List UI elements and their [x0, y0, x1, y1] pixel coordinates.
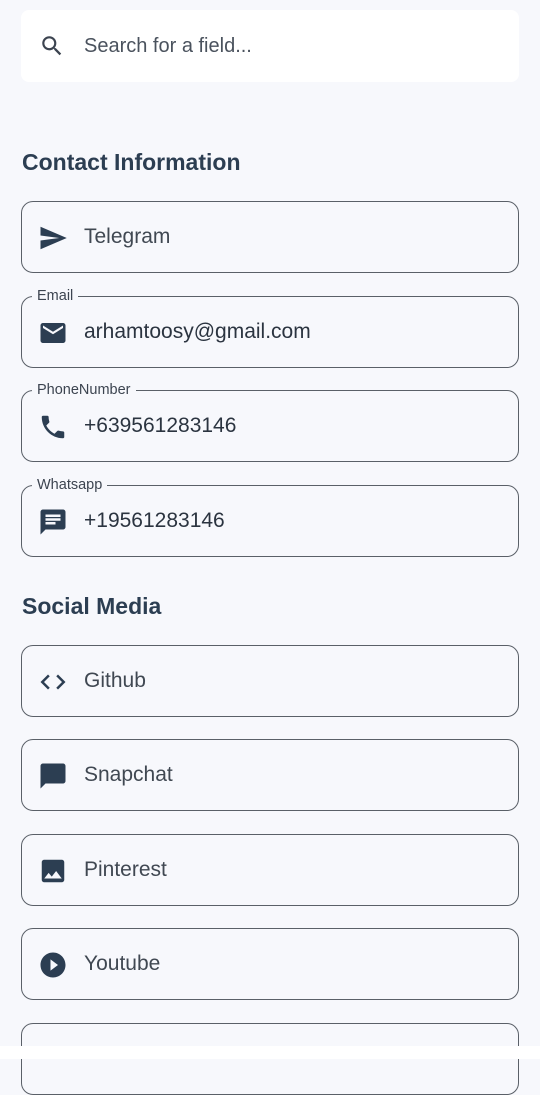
field-phone[interactable]: PhoneNumber +639561283146 [21, 382, 519, 462]
bottom-edge [0, 1046, 540, 1059]
code-icon [40, 674, 66, 690]
field-label: Telegram [84, 225, 171, 248]
field-label: Github [84, 669, 146, 692]
message-icon [40, 763, 66, 789]
field-github[interactable]: Github [21, 645, 519, 717]
send-icon [40, 226, 67, 250]
field-whatsapp[interactable]: Whatsapp +19561283146 [21, 477, 519, 557]
search-icon [42, 36, 62, 56]
field-label: Youtube [84, 952, 161, 975]
mail-icon [40, 323, 66, 343]
chat-icon [40, 509, 66, 535]
field-label: Snapchat [84, 763, 173, 786]
field-youtube[interactable]: Youtube [21, 928, 519, 1000]
search-input[interactable] [84, 10, 504, 82]
phone-icon [41, 415, 65, 439]
field-legend: Email [32, 288, 79, 304]
field-pinterest[interactable]: Pinterest [21, 834, 519, 906]
section-title-social: Social Media [22, 593, 162, 619]
field-label: Pinterest [84, 858, 167, 881]
field-email[interactable]: Email arhamtoosy@gmail.com [21, 288, 519, 368]
field-snapchat[interactable]: Snapchat [21, 739, 519, 811]
search-box[interactable] [21, 10, 519, 82]
section-title-contact: Contact Information [22, 149, 241, 175]
play-circle-icon [40, 952, 66, 978]
field-value: arhamtoosy@gmail.com [84, 320, 311, 343]
field-partial[interactable] [21, 1023, 519, 1095]
image-icon [41, 859, 65, 883]
field-telegram[interactable]: Telegram [21, 201, 519, 273]
field-value: +639561283146 [84, 414, 237, 437]
field-value: +19561283146 [84, 509, 225, 532]
